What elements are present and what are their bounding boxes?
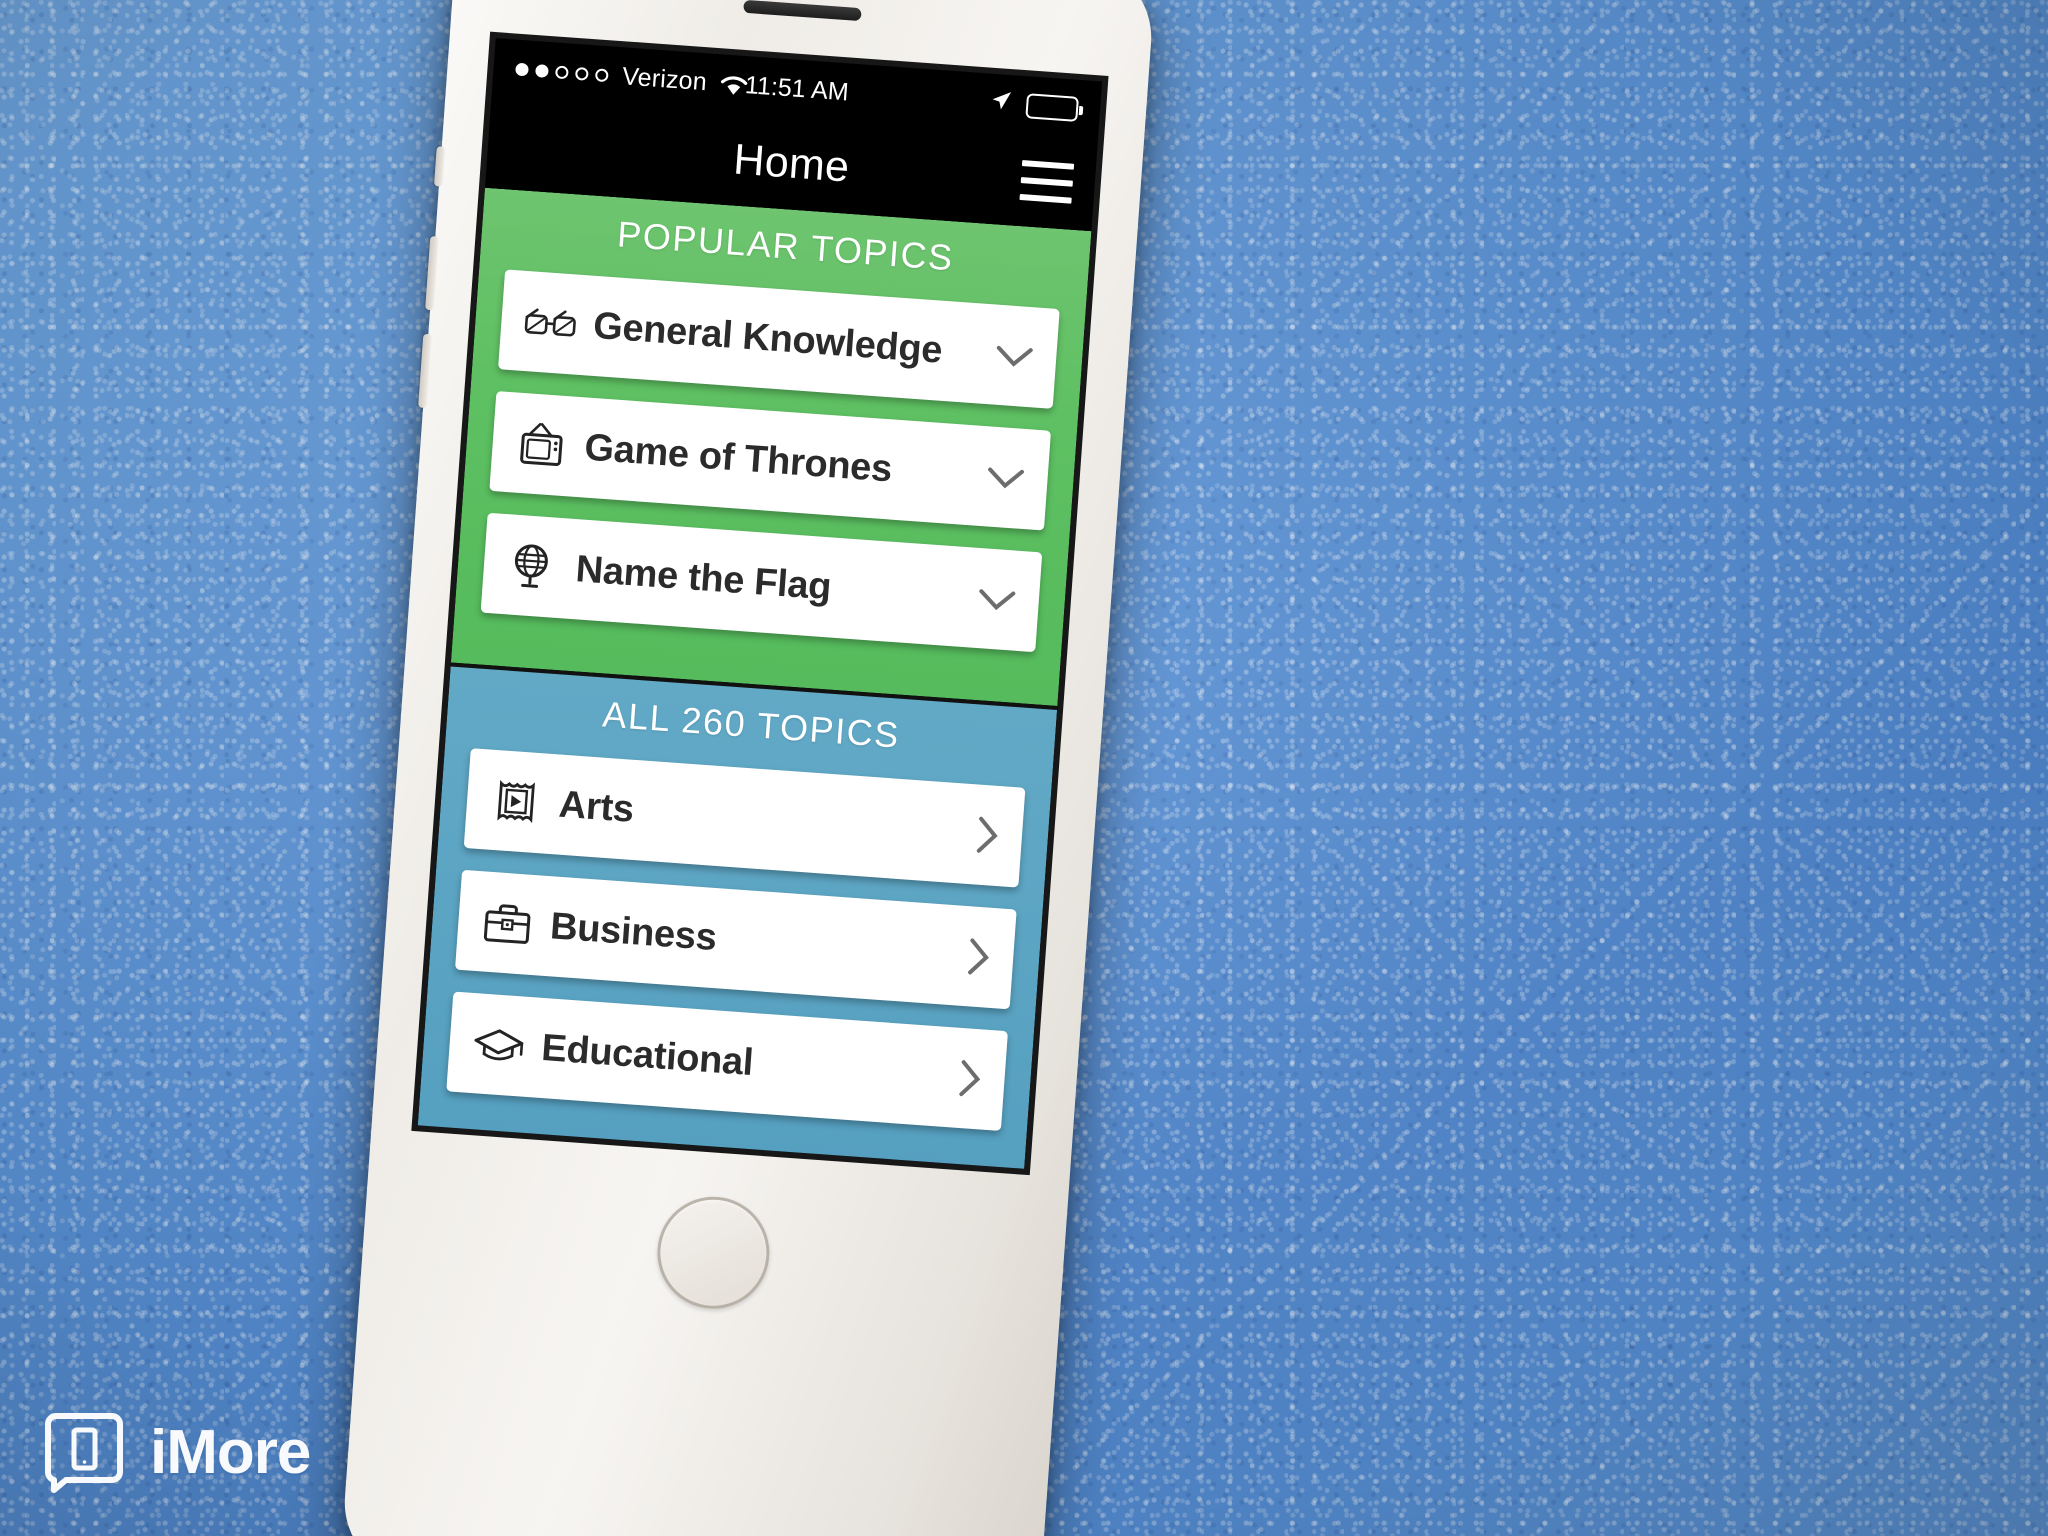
status-right-group (987, 87, 1080, 124)
imore-watermark: iMore (42, 1410, 311, 1494)
topic-card-general-knowledge[interactable]: General Knowledge (498, 269, 1060, 409)
chevron-right-icon[interactable] (955, 1057, 984, 1101)
topic-label: Game of Thrones (583, 426, 894, 490)
page-title: Home (731, 134, 852, 192)
topic-card-arts[interactable]: Arts (463, 748, 1026, 888)
television-icon (513, 416, 571, 474)
chevron-right-icon[interactable] (972, 813, 1001, 857)
content-scroll-area[interactable]: POPULAR TOPICS General Knowledge Game of… (417, 187, 1092, 1169)
chevron-down-icon[interactable] (985, 463, 1027, 492)
wifi-icon (718, 72, 750, 97)
chevron-down-icon[interactable] (993, 342, 1035, 371)
glasses-icon (522, 294, 580, 352)
picture-frame-icon (487, 773, 545, 831)
iphone-device: Verizon 11:51 AM Home POPULAR TOPICS Gen… (339, 0, 1157, 1536)
location-arrow-icon (987, 87, 1013, 120)
chevron-right-icon[interactable] (964, 935, 993, 979)
briefcase-icon (479, 894, 537, 952)
topic-card-game-of-thrones[interactable]: Game of Thrones (489, 391, 1052, 531)
topic-card-educational[interactable]: Educational (446, 991, 1008, 1132)
carrier-label: Verizon (621, 61, 708, 96)
hamburger-menu-icon[interactable] (1019, 160, 1075, 204)
section-all-topics: ALL 260 TOPICS Arts Business Educational (417, 666, 1058, 1169)
imore-logo-icon (42, 1410, 126, 1494)
signal-strength-dots (515, 62, 609, 82)
section-popular-topics: POPULAR TOPICS General Knowledge Game of… (450, 187, 1092, 710)
topic-card-name-the-flag[interactable]: Name the Flag (480, 512, 1043, 653)
battery-icon (1025, 92, 1080, 122)
topic-label: Business (548, 904, 718, 959)
phone-screen: Verizon 11:51 AM Home POPULAR TOPICS Gen… (417, 38, 1103, 1169)
topic-label: General Knowledge (591, 304, 944, 372)
topic-label: Educational (540, 1026, 755, 1084)
graduation-cap-icon (470, 1016, 528, 1074)
topic-label: Arts (557, 783, 636, 831)
topic-label: Name the Flag (574, 547, 833, 608)
topic-card-business[interactable]: Business (454, 869, 1017, 1010)
globe-icon (504, 537, 562, 595)
imore-wordmark: iMore (150, 1417, 311, 1487)
chevron-down-icon[interactable] (976, 585, 1018, 614)
